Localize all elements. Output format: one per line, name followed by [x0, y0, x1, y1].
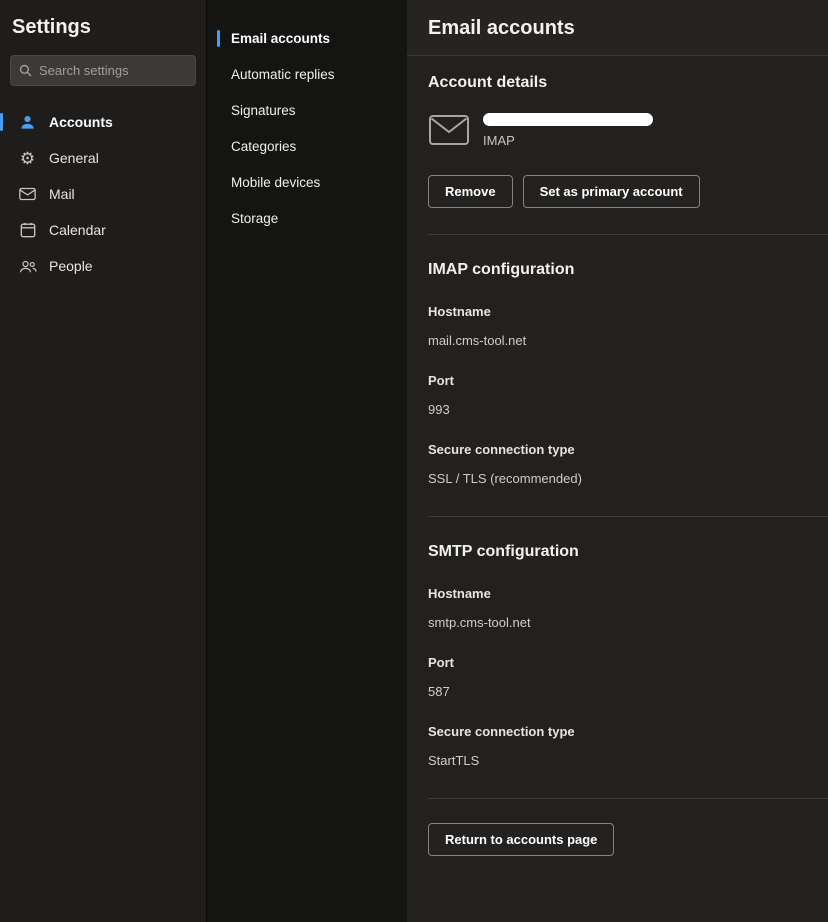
selected-indicator [217, 30, 220, 47]
imap-port-label: Port [428, 373, 828, 388]
search-input[interactable] [39, 63, 187, 78]
sidebar-item-label: People [49, 258, 93, 274]
imap-secure-connection-label: Secure connection type [428, 442, 828, 457]
return-to-accounts-button[interactable]: Return to accounts page [428, 823, 614, 856]
sidebar-item-accounts[interactable]: Accounts [8, 104, 198, 140]
imap-hostname-label: Hostname [428, 304, 828, 319]
remove-account-button[interactable]: Remove [428, 175, 513, 208]
selected-indicator [217, 210, 220, 227]
subnav-item-label: Mobile devices [231, 175, 320, 190]
envelope-icon [428, 114, 470, 151]
subnav-item-storage[interactable]: Storage [207, 200, 407, 236]
sidebar-item-general[interactable]: ⚙ General [8, 140, 198, 176]
subnav-item-label: Storage [231, 211, 278, 226]
email-accounts-panel: Email accounts Account details IMAP [407, 0, 828, 922]
selected-indicator [217, 174, 220, 191]
settings-window: Settings Accounts ⚙ General [0, 0, 828, 922]
subnav-item-label: Automatic replies [231, 67, 335, 82]
email-address-redacted [483, 113, 653, 126]
person-icon [18, 113, 37, 132]
people-icon [18, 257, 37, 276]
account-details-heading: Account details [428, 74, 828, 92]
settings-sidebar: Settings Accounts ⚙ General [0, 0, 207, 922]
imap-port-value: 993 [428, 402, 828, 417]
accounts-subnav: Email accounts Automatic replies Signatu… [207, 0, 407, 922]
smtp-hostname-label: Hostname [428, 586, 828, 601]
subnav-item-mobile-devices[interactable]: Mobile devices [207, 164, 407, 200]
account-buttons: Remove Set as primary account [428, 175, 828, 208]
mail-icon [18, 185, 37, 204]
sidebar-item-label: Accounts [49, 114, 113, 130]
settings-search[interactable] [10, 55, 196, 86]
subnav-item-label: Categories [231, 139, 296, 154]
subnav-item-label: Email accounts [231, 31, 330, 46]
smtp-hostname-value: smtp.cms-tool.net [428, 615, 828, 630]
subnav-item-automatic-replies[interactable]: Automatic replies [207, 56, 407, 92]
subnav-item-categories[interactable]: Categories [207, 128, 407, 164]
imap-configuration-heading: IMAP configuration [428, 261, 828, 279]
subnav-item-email-accounts[interactable]: Email accounts [207, 20, 407, 56]
set-primary-account-button[interactable]: Set as primary account [523, 175, 700, 208]
account-type-label: IMAP [483, 133, 653, 148]
selected-indicator [217, 138, 220, 155]
selected-indicator [0, 113, 3, 131]
selected-indicator [0, 185, 3, 203]
sidebar-item-calendar[interactable]: Calendar [8, 212, 198, 248]
smtp-secure-connection-value: StartTLS [428, 753, 828, 768]
selected-indicator [0, 257, 3, 275]
return-section: Return to accounts page [428, 799, 828, 856]
imap-configuration-section: IMAP configuration Hostname mail.cms-too… [428, 235, 828, 517]
account-details-section: Account details IMAP Remove [428, 56, 828, 235]
subnav-item-label: Signatures [231, 103, 296, 118]
smtp-port-label: Port [428, 655, 828, 670]
calendar-icon [18, 221, 37, 240]
sidebar-item-people[interactable]: People [8, 248, 198, 284]
settings-title: Settings [8, 10, 198, 55]
smtp-configuration-heading: SMTP configuration [428, 543, 828, 561]
gear-icon: ⚙ [18, 149, 37, 168]
smtp-configuration-section: SMTP configuration Hostname smtp.cms-too… [428, 517, 828, 799]
sidebar-item-label: Calendar [49, 222, 106, 238]
sidebar-item-label: Mail [49, 186, 75, 202]
page-title: Email accounts [407, 0, 828, 56]
smtp-secure-connection-label: Secure connection type [428, 724, 828, 739]
smtp-port-value: 587 [428, 684, 828, 699]
search-icon [19, 64, 32, 77]
imap-secure-connection-value: SSL / TLS (recommended) [428, 471, 828, 486]
imap-hostname-value: mail.cms-tool.net [428, 333, 828, 348]
sidebar-item-label: General [49, 150, 99, 166]
selected-indicator [0, 221, 3, 239]
sidebar-item-mail[interactable]: Mail [8, 176, 198, 212]
account-meta: IMAP [483, 112, 653, 148]
selected-indicator [217, 66, 220, 83]
email-accounts-body: Account details IMAP Remove [407, 56, 828, 922]
selected-indicator [0, 149, 3, 167]
account-row: IMAP [428, 112, 828, 151]
selected-indicator [217, 102, 220, 119]
subnav-item-signatures[interactable]: Signatures [207, 92, 407, 128]
